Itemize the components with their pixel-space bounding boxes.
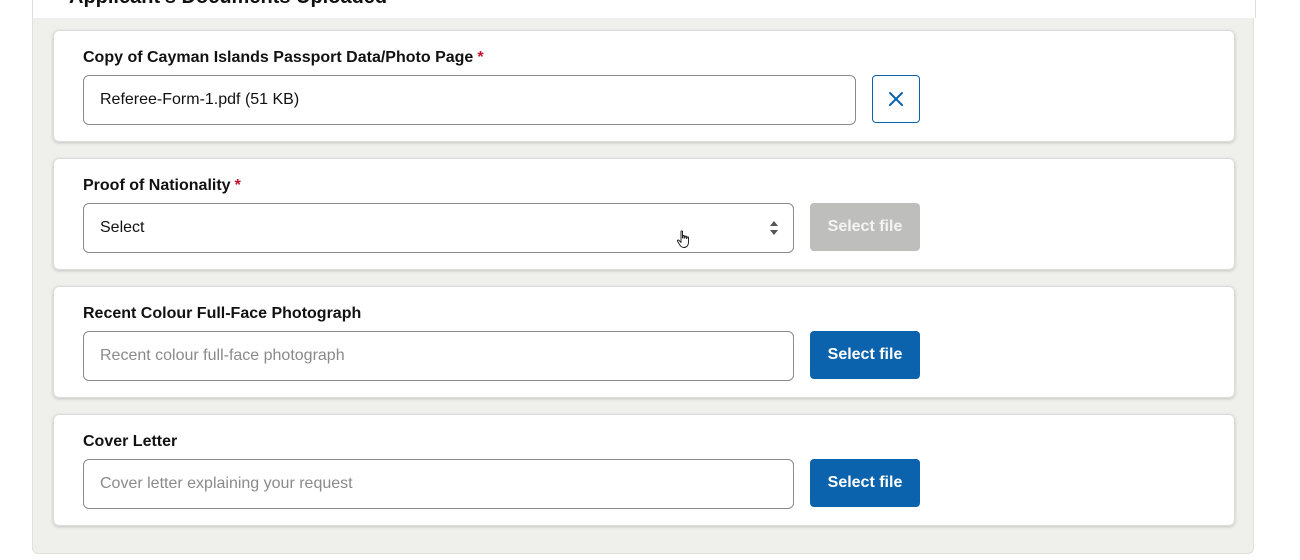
cover-letter-file-field[interactable]: Cover letter explaining your request xyxy=(83,459,794,509)
photo-select-file-button[interactable]: Select file xyxy=(810,331,920,379)
section-title: Applicant's Documents Uploaded xyxy=(69,0,387,9)
photo-file-field[interactable]: Recent colour full-face photograph xyxy=(83,331,794,381)
photo-label: Recent Colour Full-Face Photograph xyxy=(83,305,362,322)
nationality-upload-card: Proof of Nationality * Select Select file xyxy=(53,158,1235,270)
section-header: Applicant's Documents Uploaded xyxy=(32,0,1256,18)
close-icon xyxy=(889,92,903,106)
nationality-select[interactable]: Select xyxy=(83,203,794,253)
cover-letter-upload-card: Cover Letter Cover letter explaining you… xyxy=(53,414,1235,526)
cover-letter-placeholder: Cover letter explaining your request xyxy=(100,475,353,492)
photo-file-placeholder: Recent colour full-face photograph xyxy=(100,347,345,364)
cover-letter-select-file-button[interactable]: Select file xyxy=(810,459,920,507)
required-marker: * xyxy=(234,177,241,194)
documents-panel: Copy of Cayman Islands Passport Data/Pho… xyxy=(32,18,1254,554)
passport-file-name: Referee-Form-1.pdf (51 KB) xyxy=(100,91,300,108)
nationality-select-value: Select xyxy=(100,219,145,236)
select-arrows-icon xyxy=(770,221,778,235)
passport-upload-card: Copy of Cayman Islands Passport Data/Pho… xyxy=(53,30,1235,142)
photo-upload-card: Recent Colour Full-Face Photograph Recen… xyxy=(53,286,1235,398)
nationality-label-text: Proof of Nationality xyxy=(83,177,231,194)
required-marker: * xyxy=(477,49,484,66)
cover-letter-label: Cover Letter xyxy=(83,433,178,450)
passport-file-field[interactable]: Referee-Form-1.pdf (51 KB) xyxy=(83,75,856,125)
passport-label-text: Copy of Cayman Islands Passport Data/Pho… xyxy=(83,49,474,66)
remove-file-button[interactable] xyxy=(872,75,920,123)
nationality-label: Proof of Nationality * xyxy=(83,177,241,195)
passport-label: Copy of Cayman Islands Passport Data/Pho… xyxy=(83,49,484,67)
nationality-select-file-button[interactable]: Select file xyxy=(810,203,920,251)
